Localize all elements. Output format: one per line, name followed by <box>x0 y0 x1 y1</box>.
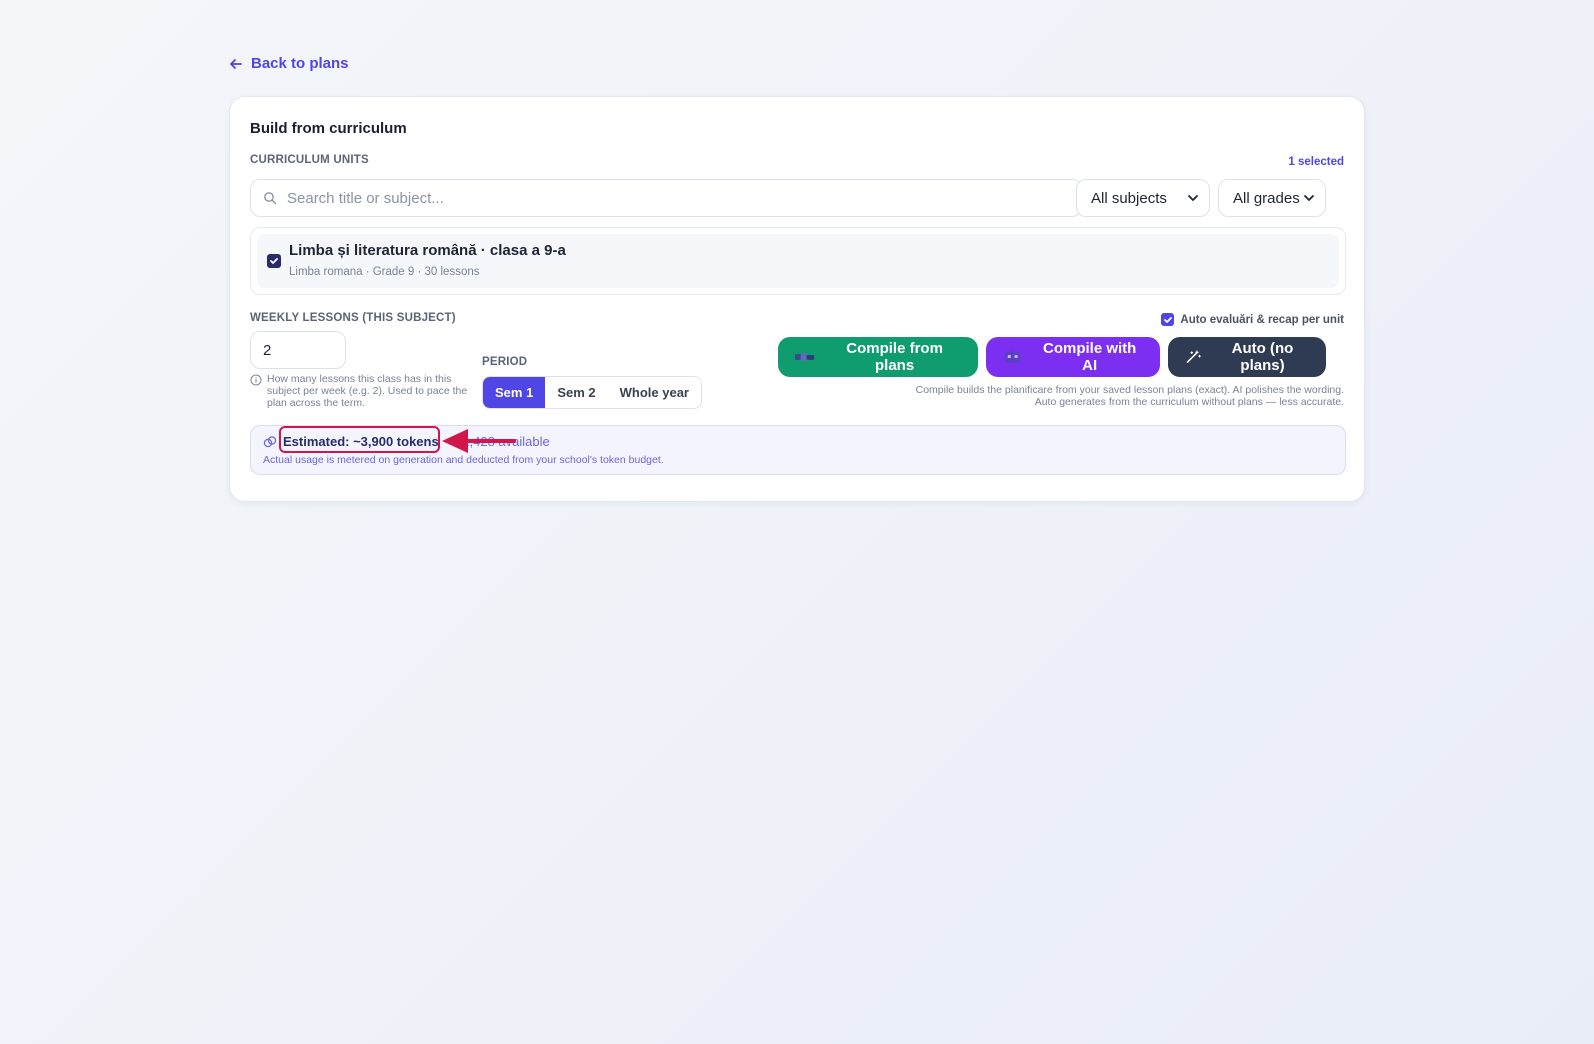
estimate-note: Actual usage is metered on generation an… <box>263 454 664 466</box>
auto-evaluari-label: Auto evaluări & recap per unit <box>1180 313 1344 326</box>
arrow-left-icon <box>230 58 242 69</box>
period-option-sem2[interactable]: Sem 2 <box>545 377 607 408</box>
coins-icon <box>263 435 277 447</box>
units-list: Limba și literatura română · clasa a 9-a… <box>250 227 1346 295</box>
chevron-down-icon <box>1188 195 1198 201</box>
search-icon <box>264 192 277 205</box>
back-to-plans-link[interactable]: Back to plans <box>229 55 349 72</box>
weekly-hint-text: How many lessons this class has in this … <box>267 373 468 409</box>
estimate-line: Estimated: ~3,900 tokens · 91,428 availa… <box>263 434 550 449</box>
estimate-available: 91,428 available <box>455 434 550 449</box>
search-input[interactable] <box>287 189 1067 207</box>
back-label: Back to plans <box>251 55 349 72</box>
robot-icon <box>1004 349 1021 363</box>
token-estimate-panel: Estimated: ~3,900 tokens · 91,428 availa… <box>250 425 1346 475</box>
compile-note: Compile builds the planificare from your… <box>864 384 1344 408</box>
check-icon <box>1163 316 1172 323</box>
subject-filter-value: All subjects <box>1091 189 1167 207</box>
period-option-whole-year[interactable]: Whole year <box>608 377 701 408</box>
weekly-lessons-input[interactable] <box>250 331 346 369</box>
compile-with-ai-button[interactable]: Compile with AI <box>986 337 1160 377</box>
weekly-lessons-label: WEEKLY LESSONS (THIS SUBJECT) <box>250 312 456 324</box>
selected-count: 1 selected <box>1288 156 1344 168</box>
period-label: PERIOD <box>482 356 528 368</box>
estimate-separator: · <box>444 434 450 449</box>
list-item[interactable]: Limba și literatura română · clasa a 9-a… <box>257 234 1339 288</box>
unit-checkbox[interactable] <box>267 254 281 268</box>
grade-filter-select[interactable]: All grades <box>1218 179 1326 217</box>
info-icon <box>250 374 262 386</box>
search-box <box>250 179 1082 217</box>
compile-with-ai-label: Compile with AI <box>1043 340 1137 374</box>
card-title: Build from curriculum <box>250 120 407 137</box>
auto-evaluari-checkbox[interactable] <box>1161 313 1175 326</box>
build-card: Build from curriculum CURRICULUM UNITS 1… <box>229 96 1365 502</box>
period-option-sem1[interactable]: Sem 1 <box>483 377 546 408</box>
weekly-hint: How many lessons this class has in this … <box>250 373 472 409</box>
books-icon <box>794 353 815 361</box>
check-icon <box>270 258 278 264</box>
compile-note-line2: Auto generates from the curriculum witho… <box>1034 396 1344 408</box>
estimate-tokens: Estimated: ~3,900 tokens <box>283 434 439 449</box>
grade-filter-value: All grades <box>1233 189 1300 207</box>
period-segmented-control: Sem 1 Sem 2 Whole year <box>482 376 702 409</box>
compile-from-plans-button[interactable]: Compile from plans <box>778 337 978 377</box>
unit-title: Limba și literatura română · clasa a 9-a <box>289 242 566 259</box>
magic-wand-icon <box>1186 350 1201 363</box>
curriculum-units-label: CURRICULUM UNITS <box>250 154 369 166</box>
auto-no-plans-button[interactable]: Auto (no plans) <box>1168 337 1326 377</box>
chevron-down-icon <box>1304 195 1314 201</box>
compile-note-line1: Compile builds the planificare from your… <box>915 384 1344 396</box>
auto-evaluari-toggle[interactable]: Auto evaluări & recap per unit <box>1161 313 1344 326</box>
unit-meta: Limba romana · Grade 9 · 30 lessons <box>289 266 480 278</box>
subject-filter-select[interactable]: All subjects <box>1076 179 1210 217</box>
auto-no-plans-label: Auto (no plans) <box>1231 340 1294 374</box>
compile-from-plans-label: Compile from plans <box>846 340 943 374</box>
